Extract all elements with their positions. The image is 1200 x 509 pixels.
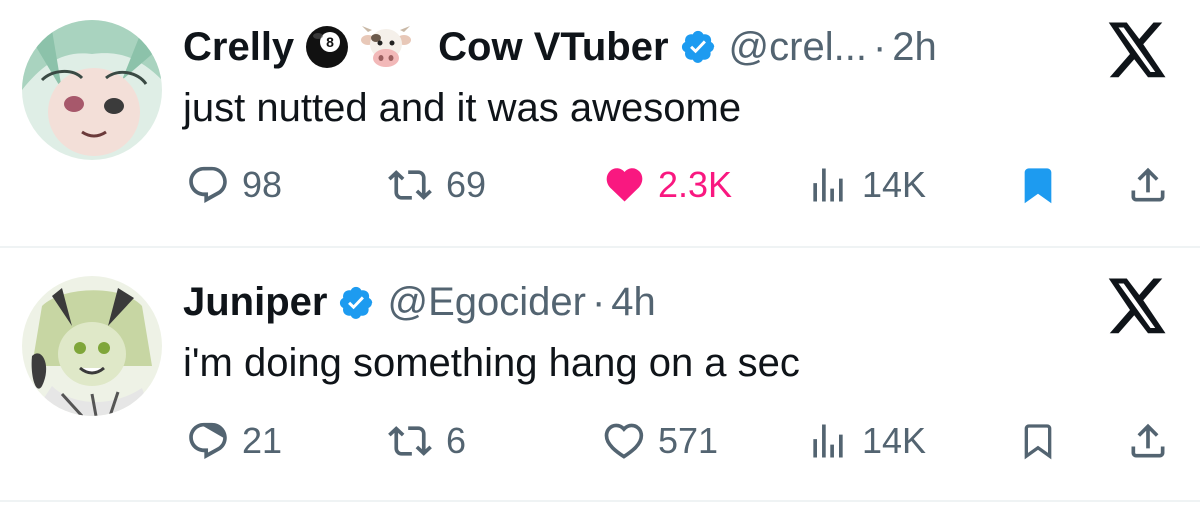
heart-filled-icon: [606, 168, 643, 202]
bookmark-outline-icon: [1024, 424, 1052, 460]
avatar[interactable]: [22, 276, 162, 416]
reply-icon: [189, 166, 227, 203]
reply-count: 98: [242, 164, 283, 205]
tweet[interactable]: Juniper @Egocider · 4h i'm doing somethi…: [0, 248, 1200, 500]
verified-badge-icon[interactable]: [679, 28, 717, 66]
share-button[interactable]: [1126, 411, 1170, 471]
like-count: 2.3K: [658, 164, 733, 205]
view-count: 14K: [862, 164, 927, 205]
display-name[interactable]: Crelly: [183, 25, 294, 70]
share-button[interactable]: [1126, 155, 1170, 215]
retweet-count: 69: [446, 164, 487, 205]
view-count: 14K: [862, 420, 927, 461]
retweet-button[interactable]: 6: [386, 411, 466, 471]
retweet-button[interactable]: 69: [386, 155, 486, 215]
handle[interactable]: @Egocider: [387, 280, 585, 325]
views-button[interactable]: 14K: [806, 411, 926, 471]
tweet-text: i'm doing something hang on a sec: [183, 341, 800, 385]
tweet-actions: 98 69 2.3K 14K: [0, 155, 1200, 215]
like-button[interactable]: 571: [600, 411, 718, 471]
retweet-icon: [388, 170, 432, 200]
display-name-suffix[interactable]: Cow VTuber: [438, 25, 668, 70]
separator-dot: ·: [872, 24, 887, 69]
tweet-header: Juniper @Egocider · 4h: [183, 280, 656, 325]
views-button[interactable]: 14K: [806, 155, 926, 215]
heart-outline-icon: [604, 423, 644, 459]
svg-text:8: 8: [326, 34, 334, 50]
separator-dot: ·: [591, 280, 606, 324]
views-chart-icon: [813, 168, 843, 202]
reply-count: 21: [242, 420, 283, 461]
handle[interactable]: @crel...: [729, 25, 867, 70]
like-count: 571: [658, 420, 719, 461]
divider: [0, 500, 1200, 502]
bookmark-button[interactable]: [1018, 411, 1058, 471]
retweet-icon: [388, 426, 432, 456]
retweet-count: 6: [446, 420, 467, 461]
share-icon: [1131, 167, 1165, 202]
timestamp[interactable]: 4h: [611, 280, 656, 325]
reply-button[interactable]: 21: [186, 411, 282, 471]
bookmark-button[interactable]: [1018, 155, 1058, 215]
share-icon: [1131, 423, 1165, 458]
reply-icon: [189, 422, 227, 459]
tweet-header: Crelly 8 Cow VTuber @crel... · 2h: [183, 24, 937, 70]
x-logo-icon[interactable]: [1108, 22, 1168, 78]
reply-button[interactable]: 98: [186, 155, 282, 215]
bookmark-filled-icon: [1024, 168, 1052, 204]
8-ball-icon: 8: [304, 24, 350, 70]
like-button[interactable]: 2.3K: [600, 155, 732, 215]
views-chart-icon: [813, 424, 843, 458]
avatar[interactable]: [22, 20, 162, 160]
timestamp[interactable]: 2h: [892, 25, 937, 70]
display-name[interactable]: Juniper: [183, 280, 327, 325]
verified-badge-icon[interactable]: [337, 284, 375, 322]
tweet-actions: 21 6 571 14K: [0, 411, 1200, 471]
x-logo-icon[interactable]: [1108, 278, 1168, 334]
cow-face-icon: [360, 24, 412, 70]
tweet-text: just nutted and it was awesome: [183, 86, 742, 130]
tweet[interactable]: Crelly 8 Cow VTuber @crel... · 2h just n…: [0, 0, 1200, 246]
